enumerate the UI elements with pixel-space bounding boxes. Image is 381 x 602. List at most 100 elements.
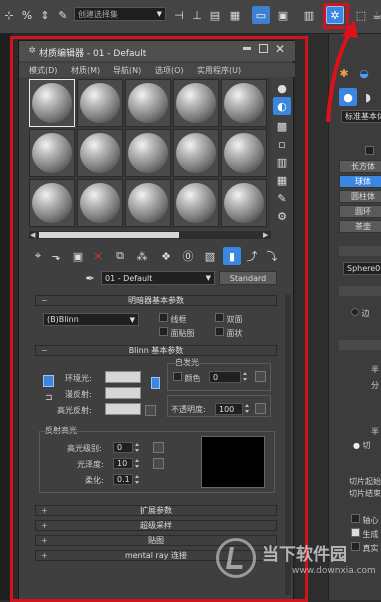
make-unique-icon[interactable]: ⁂ <box>133 247 151 265</box>
specular-map-button[interactable] <box>145 405 156 416</box>
uv-tiling-icon[interactable]: ▫ <box>273 135 291 153</box>
sample-slot[interactable] <box>173 79 219 127</box>
edit-named-selection-icon[interactable]: ✎ <box>54 6 72 24</box>
box-button[interactable]: 长方体 <box>339 160 381 173</box>
render-setup-icon[interactable]: ▥ <box>300 6 318 24</box>
pick-material-icon[interactable]: ✒ <box>81 269 99 287</box>
scroll-left-icon[interactable]: ◀ <box>30 231 35 239</box>
maximize-button[interactable] <box>259 44 268 53</box>
spec-level-field[interactable]: 0 <box>113 442 133 453</box>
background-icon[interactable]: ▩ <box>273 117 291 135</box>
sample-slot[interactable] <box>221 179 267 227</box>
glossiness-map-button[interactable] <box>153 458 164 469</box>
sample-slot[interactable] <box>29 79 75 127</box>
glossiness-field[interactable]: 10 <box>113 458 133 469</box>
sample-slot[interactable] <box>221 129 267 177</box>
material-type-button[interactable]: Standard <box>219 271 277 285</box>
self-illum-color-checkbox[interactable]: 颜色 <box>173 372 201 384</box>
two-sided-checkbox[interactable]: 双面 <box>215 313 243 325</box>
sample-slot[interactable] <box>221 79 267 127</box>
assign-to-selection-icon[interactable]: ▣ <box>69 247 87 265</box>
opacity-spinner[interactable] <box>245 403 250 414</box>
sample-slot[interactable] <box>77 129 123 177</box>
put-to-scene-icon[interactable]: ⬎ <box>47 247 65 265</box>
spinner-snap-icon[interactable]: ⇕ <box>36 6 54 24</box>
material-id-icon[interactable]: ⓪ <box>179 247 197 265</box>
sample-type-icon[interactable]: ● <box>273 79 291 97</box>
shader-type-dropdown[interactable]: (B)Blinn ▼ <box>43 313 139 326</box>
sample-slot[interactable] <box>125 129 171 177</box>
lock-diffuse-specular-icon[interactable]: ⊐ <box>45 393 53 403</box>
go-forward-sibling-icon[interactable]: ⤵ <box>263 247 281 265</box>
go-to-parent-icon[interactable]: ⤴ <box>243 247 261 265</box>
torus-button[interactable]: 圆环 <box>339 205 381 218</box>
sample-slot[interactable] <box>173 129 219 177</box>
scroll-right-icon[interactable]: ▶ <box>263 231 268 239</box>
align-icon[interactable]: ⊹ <box>0 6 18 24</box>
material-name-field[interactable]: 01 - Default ▼ <box>101 271 215 285</box>
sample-slot[interactable] <box>29 129 75 177</box>
autogrid-checkbox[interactable] <box>365 146 374 155</box>
mirror-icon[interactable]: ⊣ <box>170 6 188 24</box>
sample-slot[interactable] <box>125 79 171 127</box>
render-icon[interactable]: ☕ <box>368 6 381 24</box>
spec-level-spinner[interactable] <box>135 442 140 453</box>
blinn-params-rollout-header[interactable]: − Blinn 基本参数 <box>35 345 277 356</box>
teapot-button[interactable]: 茶壶 <box>339 220 381 233</box>
diffuse-map-button[interactable] <box>151 377 160 389</box>
supersampling-rollout[interactable]: + 超级采样 <box>35 520 277 531</box>
menu-material[interactable]: 材质(M) <box>71 65 100 76</box>
sample-slot[interactable] <box>77 79 123 127</box>
schematic-view-icon[interactable]: ▣ <box>274 6 292 24</box>
face-map-checkbox[interactable]: 面贴图 <box>159 327 195 339</box>
faceted-checkbox[interactable]: 面状 <box>215 327 243 339</box>
menu-mode[interactable]: 模式(D) <box>29 65 57 76</box>
lock-ambient-diffuse-button[interactable] <box>43 375 54 387</box>
menu-navigation[interactable]: 导航(N) <box>113 65 141 76</box>
menu-options[interactable]: 选项(O) <box>155 65 184 76</box>
get-material-icon[interactable]: ⌖ <box>29 247 47 265</box>
layer-manager-icon[interactable]: ▤ <box>206 6 224 24</box>
close-icon[interactable]: ✕ <box>275 42 285 56</box>
slots-scrollbar[interactable]: ◀ ▶ <box>29 231 271 239</box>
menu-utilities[interactable]: 实用程序(U) <box>197 65 241 76</box>
align-tool-icon[interactable]: ⊥ <box>188 6 206 24</box>
wire-checkbox[interactable]: 线框 <box>159 313 187 325</box>
diffuse-color-swatch[interactable] <box>105 387 141 399</box>
self-illum-spinner[interactable] <box>243 371 248 382</box>
make-preview-icon[interactable]: ▦ <box>273 171 291 189</box>
chop-radio[interactable]: ● 切 <box>353 440 371 451</box>
reset-map-icon[interactable]: ✕ <box>89 247 107 265</box>
base-to-pivot-checkbox[interactable]: 轴心 <box>351 514 379 526</box>
curve-editor-icon[interactable]: ▭ <box>252 6 270 24</box>
ribbon-icon[interactable]: ▦ <box>226 6 244 24</box>
soften-field[interactable]: 0.1 <box>113 474 133 485</box>
glossiness-spinner[interactable] <box>135 458 140 469</box>
shader-params-rollout-header[interactable]: − 明暗器基本参数 <box>35 295 277 306</box>
sample-slot[interactable] <box>125 179 171 227</box>
real-world-checkbox[interactable]: 真实 <box>351 542 379 554</box>
video-color-check-icon[interactable]: ▥ <box>273 153 291 171</box>
title-bar[interactable]: ✲ 材质编辑器 - 01 - Default ✕ <box>19 41 295 61</box>
sample-slot[interactable] <box>29 179 75 227</box>
gen-mapping-checkbox[interactable]: 生成 <box>351 528 379 540</box>
select-by-material-icon[interactable]: ⚙ <box>273 207 291 225</box>
opacity-map-button[interactable] <box>255 403 266 414</box>
scroll-thumb[interactable] <box>39 232 179 238</box>
show-shaded-map-icon[interactable]: ▧ <box>201 247 219 265</box>
specular-color-swatch[interactable] <box>105 403 141 415</box>
put-to-library-icon[interactable]: ❖ <box>157 247 175 265</box>
make-copy-icon[interactable]: ⧉ <box>111 247 129 265</box>
options-icon[interactable]: ✎ <box>273 189 291 207</box>
extended-params-rollout[interactable]: + 扩展参数 <box>35 505 277 516</box>
percent-snap-icon[interactable]: % <box>18 6 36 24</box>
object-name-field[interactable]: Sphere001 <box>343 262 381 275</box>
sample-slot[interactable] <box>77 179 123 227</box>
sphere-button[interactable]: 球体 <box>339 175 381 188</box>
self-illum-map-button[interactable] <box>255 371 266 382</box>
show-end-result-icon[interactable]: ▮ <box>223 247 241 265</box>
self-illum-value-field[interactable]: 0 <box>209 371 241 383</box>
soften-spinner[interactable] <box>135 474 140 485</box>
sample-slot[interactable] <box>173 179 219 227</box>
ambient-color-swatch[interactable] <box>105 371 141 383</box>
